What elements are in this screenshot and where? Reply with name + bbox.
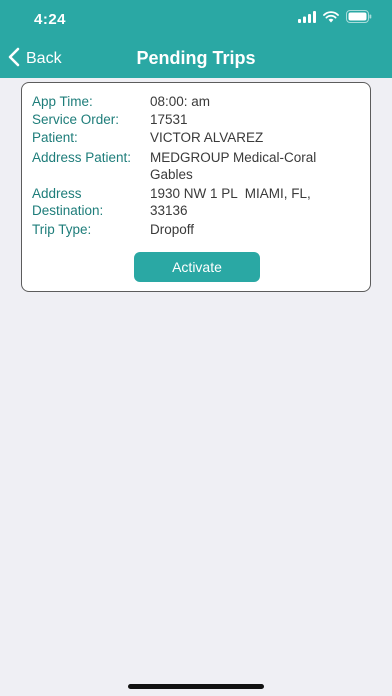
address-destination-line-1: 1930 NW 1 PL MIAMI, FL, xyxy=(150,186,311,201)
trip-type-value: Dropoff xyxy=(150,222,195,237)
address-patient-line-1: MEDGROUP Medical-Coral xyxy=(150,150,317,165)
activate-button[interactable]: Activate xyxy=(134,252,260,282)
navigation-bar: Back Pending Trips xyxy=(0,40,392,78)
address-patient-line-2: Gables xyxy=(150,167,193,182)
status-bar: 4:24 xyxy=(0,0,392,40)
app-header: 4:24 Back Pending Trips xyxy=(0,0,392,78)
status-time: 4:24 xyxy=(34,11,67,28)
address-destination-line-2: 33136 xyxy=(150,203,188,218)
address-destination-label: Address Destination: xyxy=(32,185,150,219)
service-order-value: 17531 xyxy=(150,112,188,127)
status-icons xyxy=(298,10,372,28)
service-order-label: Service Order: xyxy=(32,112,120,127)
address-patient-row: Address Patient: MEDGROUP Medical-Coral … xyxy=(32,149,362,183)
patient-value: VICTOR ALVAREZ xyxy=(150,130,264,145)
app-time-label: App Time: xyxy=(32,94,93,109)
battery-icon xyxy=(346,10,372,28)
address-patient-label: Address Patient: xyxy=(32,150,132,165)
page-title: Pending Trips xyxy=(136,48,256,68)
signal-icon xyxy=(298,10,316,28)
trip-card: App Time: 08:00: am Service Order: 17531… xyxy=(21,82,371,292)
wifi-icon xyxy=(323,10,339,28)
app-time-value: 08:00: am xyxy=(150,94,211,109)
address-destination-label-line-2: Destination: xyxy=(32,203,104,218)
address-destination-label-line-1: Address xyxy=(32,186,82,201)
address-patient-value: MEDGROUP Medical-Coral Gables xyxy=(150,149,362,183)
home-indicator xyxy=(128,684,264,689)
address-destination-row: Address Destination: 1930 NW 1 PL MIAMI,… xyxy=(32,185,362,219)
trip-type-label: Trip Type: xyxy=(32,222,92,237)
address-destination-value: 1930 NW 1 PL MIAMI, FL, 33136 xyxy=(150,185,362,219)
patient-label: Patient: xyxy=(32,130,78,145)
